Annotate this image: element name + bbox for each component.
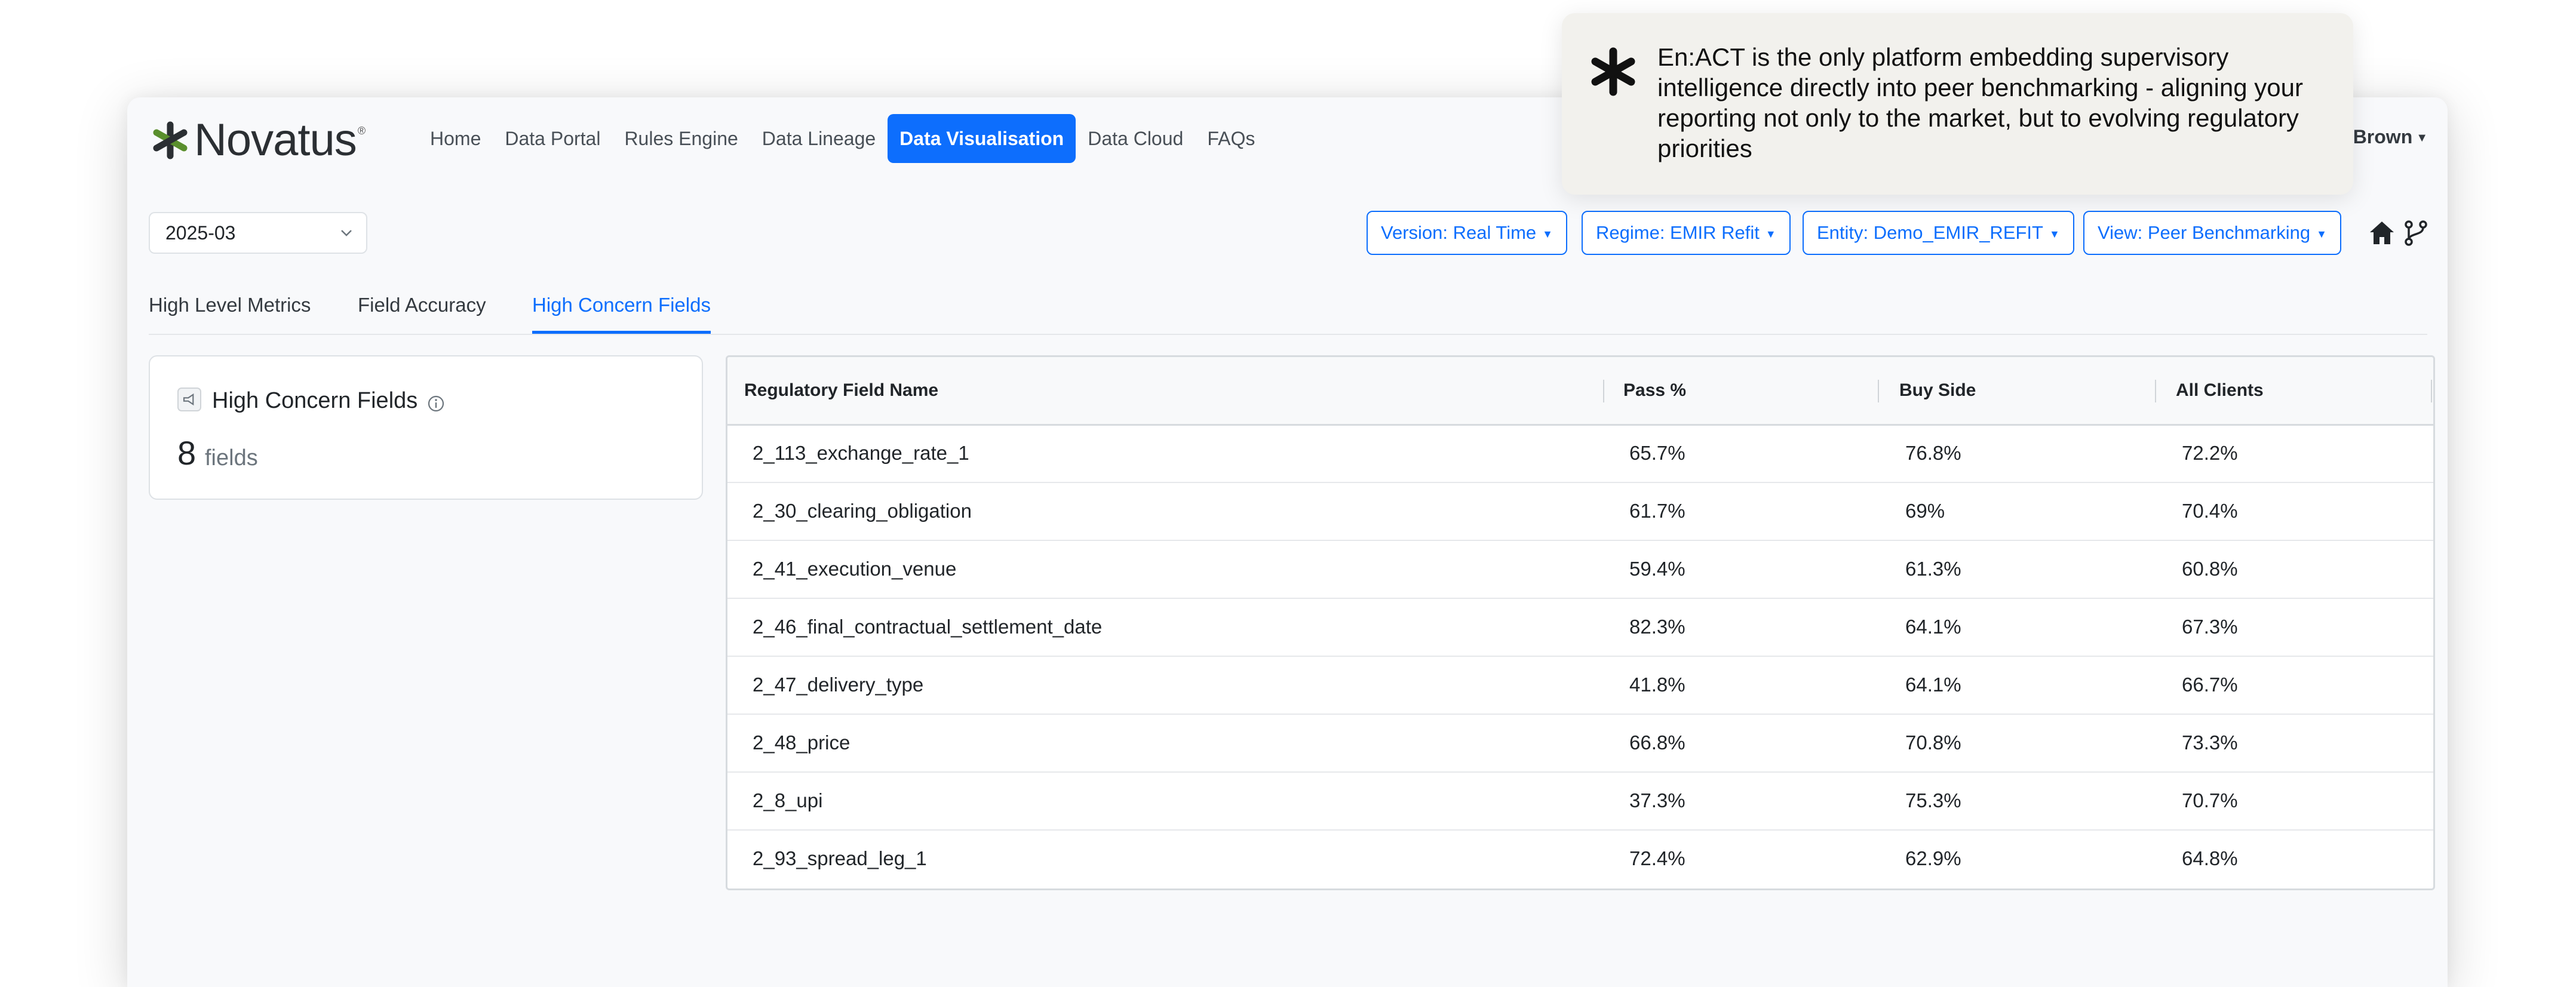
entity-filter-label: Entity: Demo_EMIR_REFIT <box>1817 222 2043 243</box>
version-filter-button[interactable]: Version: Real Time ▼ <box>1367 211 1567 255</box>
toast-message: En:ACT is the only platform embedding su… <box>1657 43 2303 162</box>
column-header-all-clients[interactable]: All Clients <box>2176 357 2264 424</box>
caret-down-icon: ▼ <box>2049 227 2060 240</box>
period-select[interactable]: 2025-03 <box>149 212 367 254</box>
cell-field-name: 2_8_upi <box>753 789 823 811</box>
cell-field-name: 2_46_final_contractual_settlement_date <box>753 616 1103 638</box>
cell-all-clients: 64.8% <box>2182 847 2238 869</box>
enact-star-icon <box>1591 47 1635 96</box>
tab-high-concern-fields[interactable]: High Concern Fields <box>532 276 711 334</box>
cell-buy-side: 61.3% <box>1905 558 1961 580</box>
tab-high-level-metrics[interactable]: High Level Metrics <box>149 276 311 334</box>
cell-buy-side: 62.9% <box>1905 847 1961 869</box>
brand-name: Novatus <box>194 115 357 165</box>
cell-buy-side: 70.8% <box>1905 731 1961 754</box>
cell-pass-pct: 37.3% <box>1629 789 1685 811</box>
cell-pass-pct: 61.7% <box>1629 500 1685 522</box>
table-header: Regulatory Field Name Pass % Buy Side Al… <box>727 357 2433 426</box>
column-header-buy-side[interactable]: Buy Side <box>1899 357 1976 424</box>
column-divider[interactable] <box>2155 380 2156 402</box>
brand-reg-mark: ® <box>357 125 366 137</box>
version-filter-label: Version: Real Time <box>1381 222 1537 243</box>
chevron-down-icon <box>341 230 352 236</box>
caret-down-icon: ▼ <box>2416 131 2428 145</box>
column-divider[interactable] <box>2431 380 2432 402</box>
cell-field-name: 2_48_price <box>753 731 851 754</box>
cell-buy-side: 64.1% <box>1905 674 1961 696</box>
nav-faqs[interactable]: FAQs <box>1195 114 1267 163</box>
caret-down-icon: ▼ <box>2316 227 2327 240</box>
promo-toast[interactable]: En:ACT is the only platform embedding su… <box>1562 13 2353 195</box>
nav-data-lineage[interactable]: Data Lineage <box>750 114 888 163</box>
cell-all-clients: 73.3% <box>2182 731 2238 754</box>
novatus-logo-icon <box>153 121 188 159</box>
cell-buy-side: 76.8% <box>1905 442 1961 464</box>
table-row[interactable]: 2_30_clearing_obligation 61.7% 69% 70.4% <box>727 482 2433 541</box>
column-header-pass-pct[interactable]: Pass % <box>1623 357 1686 424</box>
view-filter-button[interactable]: View: Peer Benchmarking ▼ <box>2083 211 2341 255</box>
cell-pass-pct: 82.3% <box>1629 616 1685 638</box>
home-icon[interactable] <box>2368 220 2396 246</box>
app-window: Novatus ® Home Data Portal Rules Engine … <box>127 97 2448 987</box>
summary-card-unit: fields <box>205 445 258 471</box>
branch-icon[interactable] <box>2403 220 2430 246</box>
metrics-tabs: High Level Metrics Field Accuracy High C… <box>149 276 2427 335</box>
cell-buy-side: 64.1% <box>1905 616 1961 638</box>
nav-rules-engine[interactable]: Rules Engine <box>612 114 750 163</box>
table-row[interactable]: 2_8_upi 37.3% 75.3% 70.7% <box>727 771 2433 831</box>
cell-all-clients: 72.2% <box>2182 442 2238 464</box>
table-row[interactable]: 2_48_price 66.8% 70.8% 73.3% <box>727 714 2433 773</box>
entity-filter-button[interactable]: Entity: Demo_EMIR_REFIT ▼ <box>1803 211 2074 255</box>
column-divider[interactable] <box>1878 380 1879 402</box>
table-row[interactable]: 2_113_exchange_rate_1 65.7% 76.8% 72.2% <box>727 424 2433 483</box>
main-nav: Home Data Portal Rules Engine Data Linea… <box>418 114 1267 163</box>
cell-buy-side: 75.3% <box>1905 789 1961 811</box>
column-divider[interactable] <box>1603 380 1604 402</box>
cell-field-name: 2_30_clearing_obligation <box>753 500 972 522</box>
period-select-value: 2025-03 <box>165 222 236 244</box>
regime-filter-label: Regime: EMIR Refit <box>1596 222 1760 243</box>
cell-field-name: 2_93_spread_leg_1 <box>753 847 927 869</box>
cell-all-clients: 66.7% <box>2182 674 2238 696</box>
cell-pass-pct: 65.7% <box>1629 442 1685 464</box>
cell-buy-side: 69% <box>1905 500 1945 522</box>
nav-home[interactable]: Home <box>418 114 493 163</box>
brand-logo[interactable]: Novatus ® <box>151 116 366 164</box>
cell-all-clients: 60.8% <box>2182 558 2238 580</box>
cell-pass-pct: 72.4% <box>1629 847 1685 869</box>
summary-card: High Concern Fields 8 fields <box>149 355 703 500</box>
summary-card-count: 8 <box>177 434 196 472</box>
table-row[interactable]: 2_46_final_contractual_settlement_date 8… <box>727 598 2433 657</box>
cell-pass-pct: 59.4% <box>1629 558 1685 580</box>
table-row[interactable]: 2_47_delivery_type 41.8% 64.1% 66.7% <box>727 656 2433 715</box>
cell-pass-pct: 66.8% <box>1629 731 1685 754</box>
cell-field-name: 2_113_exchange_rate_1 <box>753 442 969 464</box>
tab-field-accuracy[interactable]: Field Accuracy <box>358 276 486 334</box>
table-row[interactable]: 2_93_spread_leg_1 72.4% 62.9% 64.8% <box>727 829 2433 887</box>
view-filter-label: View: Peer Benchmarking <box>2098 222 2311 243</box>
info-icon[interactable] <box>427 395 445 413</box>
cell-all-clients: 67.3% <box>2182 616 2238 638</box>
cell-all-clients: 70.7% <box>2182 789 2238 811</box>
cell-field-name: 2_47_delivery_type <box>753 674 924 696</box>
caret-down-icon: ▼ <box>1765 227 1776 240</box>
table-row[interactable]: 2_41_execution_venue 59.4% 61.3% 60.8% <box>727 540 2433 599</box>
column-header-field-name[interactable]: Regulatory Field Name <box>744 357 938 424</box>
high-concern-fields-table: Regulatory Field Name Pass % Buy Side Al… <box>726 355 2435 890</box>
nav-data-visualisation[interactable]: Data Visualisation <box>888 114 1076 163</box>
regime-filter-button[interactable]: Regime: EMIR Refit ▼ <box>1582 211 1791 255</box>
summary-card-title: High Concern Fields <box>212 388 418 413</box>
cell-pass-pct: 41.8% <box>1629 674 1685 696</box>
megaphone-icon <box>177 388 201 411</box>
nav-data-portal[interactable]: Data Portal <box>493 114 612 163</box>
caret-down-icon: ▼ <box>1542 227 1553 240</box>
nav-data-cloud[interactable]: Data Cloud <box>1076 114 1195 163</box>
cell-all-clients: 70.4% <box>2182 500 2238 522</box>
cell-field-name: 2_41_execution_venue <box>753 558 957 580</box>
